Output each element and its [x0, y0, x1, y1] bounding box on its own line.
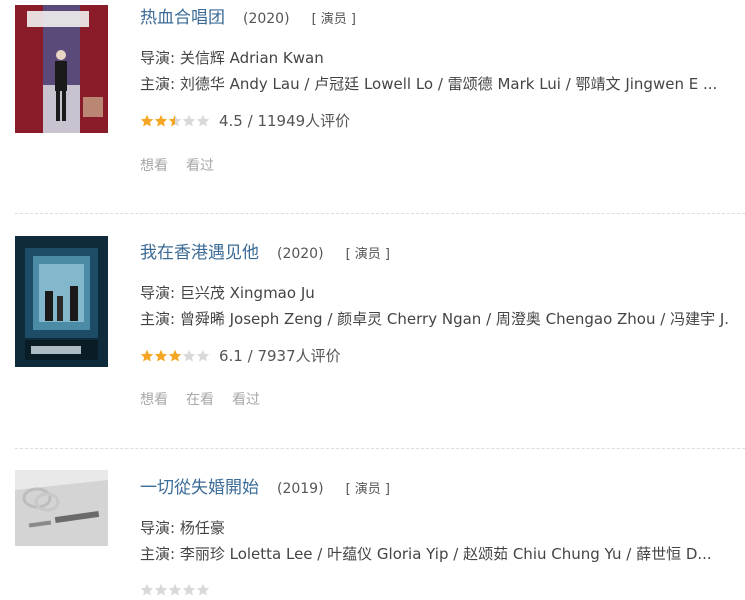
director-name: 关信辉 Adrian Kwan	[175, 49, 324, 67]
movie-poster[interactable]	[15, 236, 108, 367]
movie-year: (2019)	[277, 481, 324, 497]
director-label: 导演:	[140, 519, 176, 537]
star-icon	[182, 114, 196, 127]
divider	[15, 448, 745, 449]
star-icon	[140, 349, 154, 362]
role-badge: [ 演员 ]	[345, 482, 390, 497]
cast-line: 主演: 李丽珍 Loletta Lee / 叶蕴仪 Gloria Yip / 赵…	[140, 543, 730, 564]
cast-names: 李丽珍 Loletta Lee / 叶蕴仪 Gloria Yip / 赵颂茹 C…	[175, 545, 712, 563]
action-row: 想看 在看 看过	[140, 389, 260, 409]
want-to-watch-button[interactable]: 想看	[140, 389, 168, 409]
movie-title-link[interactable]: 一切從失婚開始	[140, 473, 259, 498]
rating-text: 6.1 / 7937人评价	[219, 347, 341, 365]
movie-title-link[interactable]: 热血合唱团	[140, 3, 225, 28]
star-icon	[182, 349, 196, 362]
star-icon	[140, 583, 154, 596]
star-icon	[168, 583, 182, 596]
star-icon	[154, 583, 168, 596]
title-row: 一切從失婚開始 (2019) [ 演员 ]	[140, 473, 390, 498]
director-line: 导演: 杨任豪	[140, 517, 730, 538]
list-item: 一切從失婚開始 (2019) [ 演员 ] 导演: 杨任豪 主演: 李丽珍 Lo…	[0, 460, 745, 600]
watching-button[interactable]: 在看	[186, 389, 214, 409]
movie-year: (2020)	[277, 246, 324, 262]
movie-poster[interactable]	[15, 5, 108, 133]
movie-info: 热血合唱团 (2020) [ 演员 ] 导演: 关信辉 Adrian Kwan …	[140, 0, 745, 215]
star-icon	[196, 583, 210, 596]
role-badge: [ 演员 ]	[345, 247, 390, 262]
cast-label: 主演:	[140, 545, 176, 563]
star-icon	[140, 114, 154, 127]
list-item: 我在香港遇见他 (2020) [ 演员 ] 导演: 巨兴茂 Xingmao Ju…	[0, 225, 745, 450]
rating-row: 4.5 / 11949人评价	[140, 110, 350, 131]
movie-title-link[interactable]: 我在香港遇见他	[140, 238, 259, 263]
star-icon	[168, 349, 182, 362]
rating-stars	[140, 114, 210, 127]
director-label: 导演:	[140, 49, 176, 67]
divider	[15, 213, 745, 214]
role-badge: [ 演员 ]	[311, 12, 356, 27]
movie-poster[interactable]	[15, 470, 108, 546]
list-item: 热血合唱团 (2020) [ 演员 ] 导演: 关信辉 Adrian Kwan …	[0, 0, 745, 215]
action-row: 想看 看过	[140, 155, 214, 175]
cast-label: 主演:	[140, 75, 176, 93]
cast-line: 主演: 刘德华 Andy Lau / 卢冠廷 Lowell Lo / 雷颂德 M…	[140, 73, 730, 94]
cast-names: 曾舜晞 Joseph Zeng / 颜卓灵 Cherry Ngan / 周澄奥 …	[175, 310, 730, 328]
rating-text: 4.5 / 11949人评价	[219, 112, 351, 130]
star-icon	[154, 349, 168, 362]
rating-stars	[140, 349, 210, 362]
director-name: 杨任豪	[175, 519, 225, 537]
rating-stars	[140, 583, 210, 596]
director-line: 导演: 巨兴茂 Xingmao Ju	[140, 282, 730, 303]
director-line: 导演: 关信辉 Adrian Kwan	[140, 47, 730, 68]
rating-row: 6.1 / 7937人评价	[140, 345, 341, 366]
star-icon	[196, 349, 210, 362]
cast-label: 主演:	[140, 310, 176, 328]
movie-list: 热血合唱团 (2020) [ 演员 ] 导演: 关信辉 Adrian Kwan …	[0, 0, 745, 600]
movie-year: (2020)	[243, 11, 290, 27]
rating-row	[140, 583, 210, 596]
star-icon	[168, 114, 182, 127]
movie-info: 我在香港遇见他 (2020) [ 演员 ] 导演: 巨兴茂 Xingmao Ju…	[140, 225, 745, 450]
cast-names: 刘德华 Andy Lau / 卢冠廷 Lowell Lo / 雷颂德 Mark …	[175, 75, 718, 93]
star-icon	[196, 114, 210, 127]
movie-info: 一切從失婚開始 (2019) [ 演员 ] 导演: 杨任豪 主演: 李丽珍 Lo…	[140, 460, 745, 600]
cast-line: 主演: 曾舜晞 Joseph Zeng / 颜卓灵 Cherry Ngan / …	[140, 308, 730, 329]
watched-button[interactable]: 看过	[186, 155, 214, 175]
title-row: 热血合唱团 (2020) [ 演员 ]	[140, 3, 356, 28]
star-icon	[154, 114, 168, 127]
director-label: 导演:	[140, 284, 176, 302]
watched-button[interactable]: 看过	[232, 389, 260, 409]
want-to-watch-button[interactable]: 想看	[140, 155, 168, 175]
director-name: 巨兴茂 Xingmao Ju	[175, 284, 315, 302]
title-row: 我在香港遇见他 (2020) [ 演员 ]	[140, 238, 390, 263]
star-icon	[182, 583, 196, 596]
